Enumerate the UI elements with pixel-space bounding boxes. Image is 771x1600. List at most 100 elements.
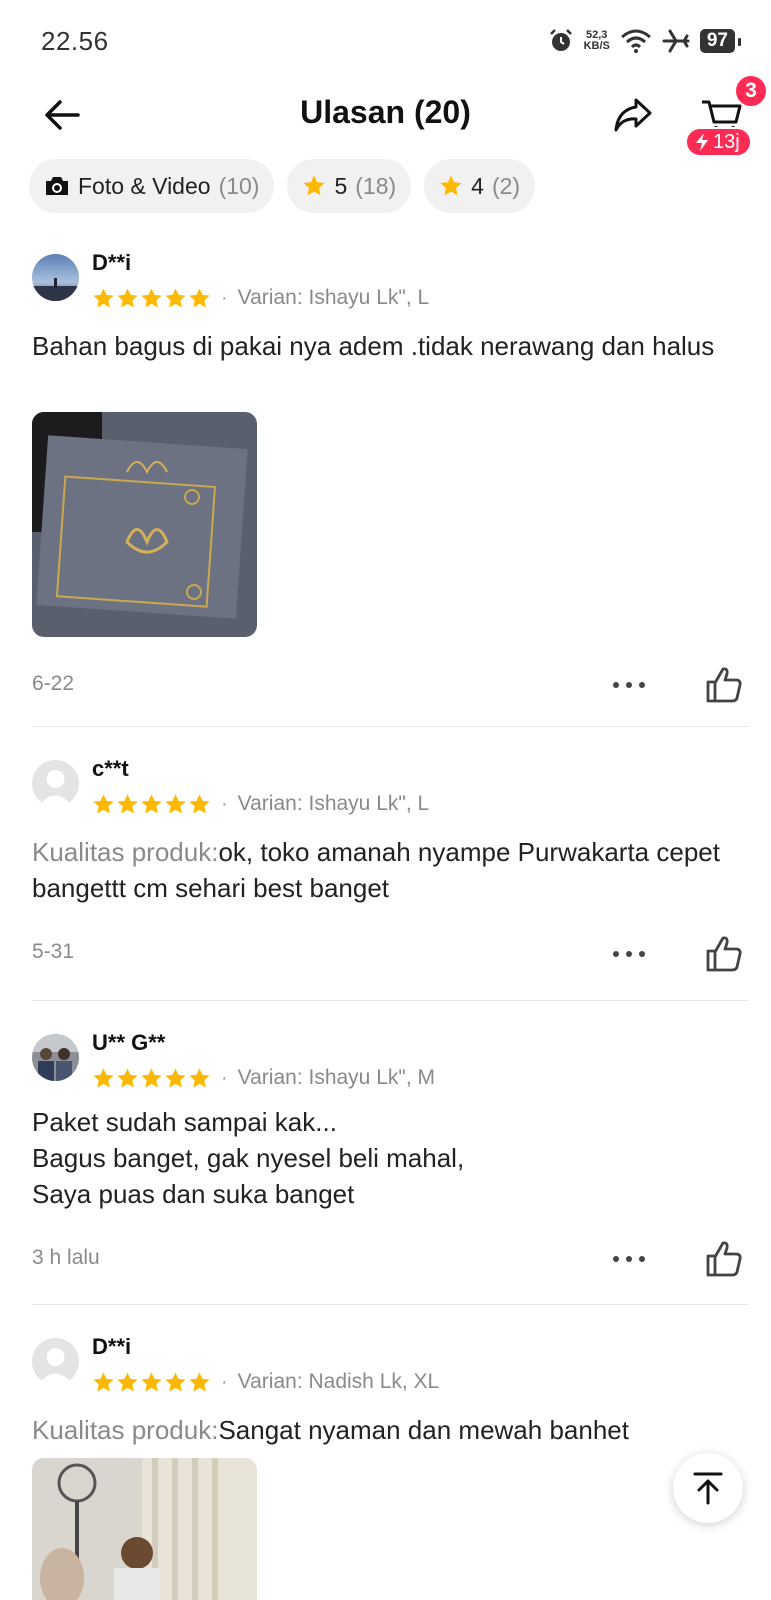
- star-icon: [189, 1067, 210, 1087]
- star-icon: [117, 287, 138, 307]
- reviewer-name: U** G**: [92, 1030, 166, 1055]
- scroll-to-top-button[interactable]: [673, 1453, 743, 1523]
- star-icon: [189, 793, 210, 813]
- review-photo[interactable]: [32, 412, 257, 637]
- star-icon: [141, 287, 162, 307]
- review-item: D**i · Varian: Nadish Lk, XL Kualitas pr…: [32, 1334, 748, 1600]
- review-date: 6-22: [32, 672, 75, 695]
- share-icon: [614, 98, 652, 132]
- like-button[interactable]: [704, 665, 744, 705]
- star-icon: [141, 1371, 162, 1391]
- flash-delivery-label: 13j: [713, 130, 740, 153]
- filter-chip-5-stars[interactable]: 5 (18): [287, 159, 412, 213]
- more-dots-icon: [613, 951, 645, 957]
- filter-chip-label: Foto & Video: [78, 172, 211, 199]
- star-icon: [93, 793, 114, 813]
- review-body: Bahan bagus di pakai nya adem .tidak ner…: [32, 331, 715, 361]
- reviewer-name: c**t: [92, 756, 129, 781]
- variant-label: Varian: Ishayu Lk", L: [237, 286, 430, 309]
- star-icon: [141, 1067, 162, 1087]
- quality-label: Kualitas produk:: [32, 837, 219, 867]
- rating-row: · Varian: Ishayu Lk", L: [92, 286, 429, 310]
- separator-dot: ·: [221, 792, 228, 815]
- divider: [32, 1304, 748, 1305]
- quality-label: Kualitas produk:: [32, 1415, 219, 1445]
- star-icon: [117, 793, 138, 813]
- star-rating: [92, 1371, 211, 1394]
- divider: [32, 1000, 748, 1001]
- variant-label: Varian: Ishayu Lk", L: [237, 792, 430, 815]
- like-button[interactable]: [704, 1239, 744, 1279]
- reviewer-name: D**i: [92, 250, 132, 275]
- star-icon: [93, 287, 114, 307]
- review-text: Kualitas produk:Sangat nyaman dan mewah …: [32, 1412, 748, 1448]
- divider: [32, 726, 748, 727]
- star-icon: [165, 793, 186, 813]
- review-text: Paket sudah sampai kak... Bagus banget, …: [32, 1104, 748, 1212]
- default-avatar-icon: [32, 1338, 79, 1385]
- filter-chip-photo-video[interactable]: Foto & Video (10): [29, 159, 275, 213]
- cart-count-badge: 3: [734, 74, 768, 108]
- lightning-icon: [696, 133, 708, 151]
- battery-indicator: 97: [699, 29, 742, 53]
- star-icon: [189, 287, 210, 307]
- share-button[interactable]: [612, 94, 654, 136]
- star-icon: [189, 1371, 210, 1391]
- avatar[interactable]: [32, 1034, 79, 1081]
- review-line: Bagus banget, gak nyesel beli mahal,: [32, 1143, 465, 1173]
- star-rating: [92, 287, 211, 310]
- star-rating: [92, 1067, 211, 1090]
- avatar[interactable]: [32, 760, 79, 807]
- review-date: 3 h lalu: [32, 1246, 100, 1269]
- status-icons: 52,3 KB/S 97: [548, 24, 742, 58]
- filter-chip-4-stars[interactable]: 4 (2): [424, 159, 536, 213]
- more-dots-icon: [613, 682, 645, 688]
- star-rating: [92, 793, 211, 816]
- variant-label: Varian: Nadish Lk, XL: [237, 1370, 440, 1393]
- review-text: Bahan bagus di pakai nya adem .tidak ner…: [32, 328, 748, 364]
- separator-dot: ·: [221, 1066, 228, 1089]
- rating-row: · Varian: Nadish Lk, XL: [92, 1370, 439, 1394]
- more-options-button[interactable]: [609, 675, 649, 695]
- network-speed-unit: KB/S: [583, 40, 610, 52]
- review-date: 5-31: [32, 940, 75, 963]
- page-header: Ulasan (20): [0, 80, 771, 150]
- avatar-group-photo: [32, 1034, 79, 1081]
- star-icon: [165, 1067, 186, 1087]
- like-button[interactable]: [704, 934, 744, 974]
- avatar-landscape-image: [32, 254, 79, 301]
- review-line: Saya puas dan suka banget: [32, 1179, 355, 1209]
- review-body: Sangat nyaman dan mewah banhet: [218, 1415, 629, 1445]
- review-item: U** G** · Varian: Ishayu Lk", M Paket su…: [32, 1030, 748, 1300]
- thumbs-up-icon: [706, 1241, 742, 1277]
- filter-chip-count: (18): [355, 172, 397, 199]
- network-speed: 52,3 KB/S: [584, 30, 610, 52]
- review-text: Kualitas produk:ok, toko amanah nyampe P…: [32, 834, 748, 906]
- review-photo[interactable]: [32, 1458, 257, 1600]
- thumbs-up-icon: [706, 667, 742, 703]
- thumbs-up-icon: [706, 936, 742, 972]
- more-options-button[interactable]: [609, 1249, 649, 1269]
- star-icon: [93, 1067, 114, 1087]
- filter-chip-count: (2): [491, 172, 521, 199]
- star-icon: [117, 1371, 138, 1391]
- star-icon: [165, 1371, 186, 1391]
- separator-dot: ·: [221, 286, 228, 309]
- star-icon: [165, 287, 186, 307]
- page-title: Ulasan (20): [300, 94, 471, 130]
- avatar[interactable]: [32, 1338, 79, 1385]
- airplane-icon: [662, 29, 690, 53]
- filter-chips: Foto & Video (10) 5 (18) 4 (2): [29, 159, 536, 213]
- avatar[interactable]: [32, 254, 79, 301]
- rating-row: · Varian: Ishayu Lk", L: [92, 792, 429, 816]
- review-item: D**i · Varian: Ishayu Lk", L Bahan bagus…: [32, 250, 748, 724]
- more-options-button[interactable]: [609, 944, 649, 964]
- star-icon: [117, 1067, 138, 1087]
- star-icon: [141, 793, 162, 813]
- reviewer-name: D**i: [92, 1334, 132, 1359]
- wifi-icon: [620, 29, 651, 53]
- review-item: c**t · Varian: Ishayu Lk", L Kualitas pr…: [32, 756, 748, 996]
- filter-chip-label: 5: [334, 172, 348, 199]
- star-icon: [440, 175, 462, 196]
- product-package-photo: [32, 412, 257, 637]
